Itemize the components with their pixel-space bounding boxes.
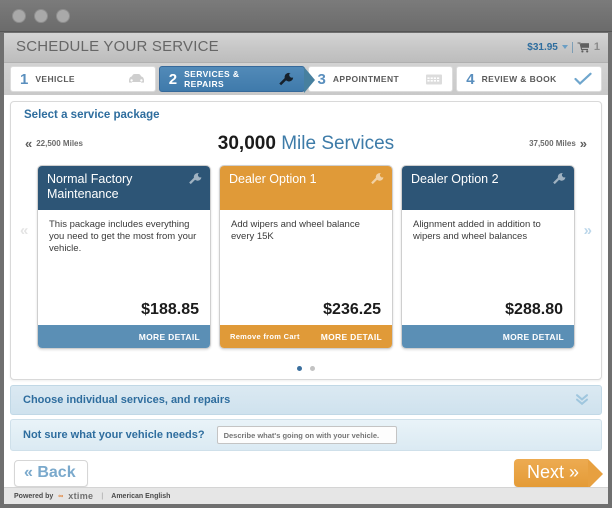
vehicle-needs-section: Not sure what your vehicle needs? [10, 419, 602, 451]
step-number: 2 [168, 70, 178, 88]
xtime-logo-mark: ∞ [58, 492, 64, 500]
carousel-prev-button[interactable]: « [20, 222, 28, 239]
step-label: SERVICES & REPAIRS [184, 69, 240, 89]
calendar-icon [425, 73, 443, 86]
next-mileage-label: 37,500 Miles [529, 139, 576, 148]
next-button[interactable]: Next » [513, 459, 604, 489]
step-tab-vehicle[interactable]: 1 VEHICLE [10, 66, 156, 92]
wrench-icon [278, 72, 295, 87]
package-description: Alignment added in addition to wipers an… [413, 219, 541, 242]
cart-price: $31.95 [527, 41, 558, 53]
accordion-label: Choose individual services, and repairs [23, 394, 231, 406]
os-title-bar [0, 0, 612, 32]
mileage-value: 30,000 [217, 133, 276, 154]
more-detail-button[interactable]: MORE DETAIL [321, 332, 382, 342]
page-title: SCHEDULE YOUR SERVICE [16, 38, 219, 55]
package-title: Normal Factory Maintenance [47, 172, 133, 201]
package-price: $236.25 [323, 301, 381, 318]
package-card[interactable]: Normal Factory Maintenance This package … [37, 165, 211, 349]
language-selector[interactable]: American English [111, 493, 170, 500]
step-tab-review-and-book[interactable]: 4 REVIEW & BOOK [456, 66, 602, 92]
mileage-suffix: Mile Services [281, 133, 395, 154]
back-button[interactable]: « Back [14, 460, 88, 487]
step-number: 4 [466, 70, 475, 88]
package-description: This package includes everything you nee… [49, 219, 197, 254]
wrench-icon [188, 172, 203, 190]
more-detail-button[interactable]: MORE DETAIL [503, 332, 564, 342]
app-canvas: SCHEDULE YOUR SERVICE $31.95 1 1 VEHICLE [4, 33, 608, 504]
step-tab-appointment[interactable]: 3 APPOINTMENT [307, 66, 454, 92]
service-package-panel: Select a service package « 22,500 Miles … [10, 101, 602, 380]
package-card-footer: MORE DETAIL [402, 325, 574, 348]
package-price: $288.80 [505, 301, 563, 318]
step-navigation: 1 VEHICLE 2 SERVICES & REPAIRS 3 APPOINT… [4, 63, 608, 95]
remove-from-cart-button[interactable]: Remove from Cart [230, 332, 300, 341]
divider: | [101, 492, 104, 500]
step-number: 1 [20, 70, 29, 88]
app-footer: Powered by ∞ xtime | American English [4, 487, 608, 504]
chevron-down-double-icon[interactable] [575, 392, 589, 407]
close-button[interactable] [12, 9, 26, 23]
chevron-down-icon[interactable] [561, 45, 568, 49]
package-card-footer: Remove from Cart MORE DETAIL [220, 325, 392, 348]
vehicle-needs-input[interactable] [216, 426, 397, 444]
more-detail-button[interactable]: MORE DETAIL [139, 332, 200, 342]
step-label: APPOINTMENT [332, 74, 400, 84]
cart-summary[interactable]: $31.95 1 [527, 41, 600, 53]
step-label: VEHICLE [35, 74, 75, 84]
package-card-header: Normal Factory Maintenance [38, 166, 210, 210]
package-card-footer: MORE DETAIL [38, 325, 210, 348]
package-card-body: This package includes everything you nee… [38, 210, 210, 325]
carousel-dot[interactable] [297, 366, 302, 371]
carousel-pagination [11, 366, 601, 371]
carousel-dot[interactable] [310, 366, 315, 371]
check-icon [574, 72, 592, 86]
package-title: Dealer Option 1 [229, 172, 317, 186]
package-title: Dealer Option 2 [411, 172, 499, 186]
package-card[interactable]: Dealer Option 2 Alignment added in addit… [401, 165, 575, 349]
individual-services-accordion[interactable]: Choose individual services, and repairs [10, 385, 602, 415]
package-description: Add wipers and wheel balance every 15K [231, 219, 360, 242]
car-icon [127, 73, 146, 85]
package-card-list: Normal Factory Maintenance This package … [37, 165, 575, 349]
wrench-icon [552, 172, 567, 190]
package-card-header: Dealer Option 2 [402, 166, 574, 210]
window-controls [12, 9, 70, 23]
mileage-selector: « 22,500 Miles 30,000 Mile Services 37,5… [11, 133, 601, 159]
chevron-right-double-icon: » [579, 136, 587, 151]
package-card-body: Alignment added in addition to wipers an… [402, 210, 574, 325]
app-header: SCHEDULE YOUR SERVICE $31.95 1 [4, 33, 608, 63]
wrench-icon [370, 172, 385, 190]
package-card[interactable]: Dealer Option 1 Add wipers and wheel bal… [219, 165, 393, 349]
minimize-button[interactable] [34, 9, 48, 23]
package-card-body: Add wipers and wheel balance every 15K $… [220, 210, 392, 325]
step-label: REVIEW & BOOK [481, 74, 557, 84]
xtime-logo-text: xtime [68, 491, 94, 501]
package-price: $188.85 [141, 301, 199, 318]
carousel-next-button[interactable]: » [584, 222, 592, 239]
mileage-heading: 30,000 Mile Services [11, 133, 601, 155]
divider [571, 41, 573, 53]
package-card-header: Dealer Option 1 [220, 166, 392, 210]
step-number: 3 [317, 70, 326, 88]
shopping-cart-icon[interactable] [577, 41, 590, 53]
powered-by-label: Powered by [14, 492, 54, 500]
maximize-button[interactable] [56, 9, 70, 23]
cart-item-count: 1 [593, 41, 600, 53]
browser-window: SCHEDULE YOUR SERVICE $31.95 1 1 VEHICLE [0, 0, 612, 508]
next-mileage-button[interactable]: 37,500 Miles » [529, 137, 587, 150]
vehicle-needs-label: Not sure what your vehicle needs? [23, 429, 205, 441]
step-tab-services-and-repairs[interactable]: 2 SERVICES & REPAIRS [158, 66, 315, 93]
panel-title: Select a service package [24, 109, 160, 121]
